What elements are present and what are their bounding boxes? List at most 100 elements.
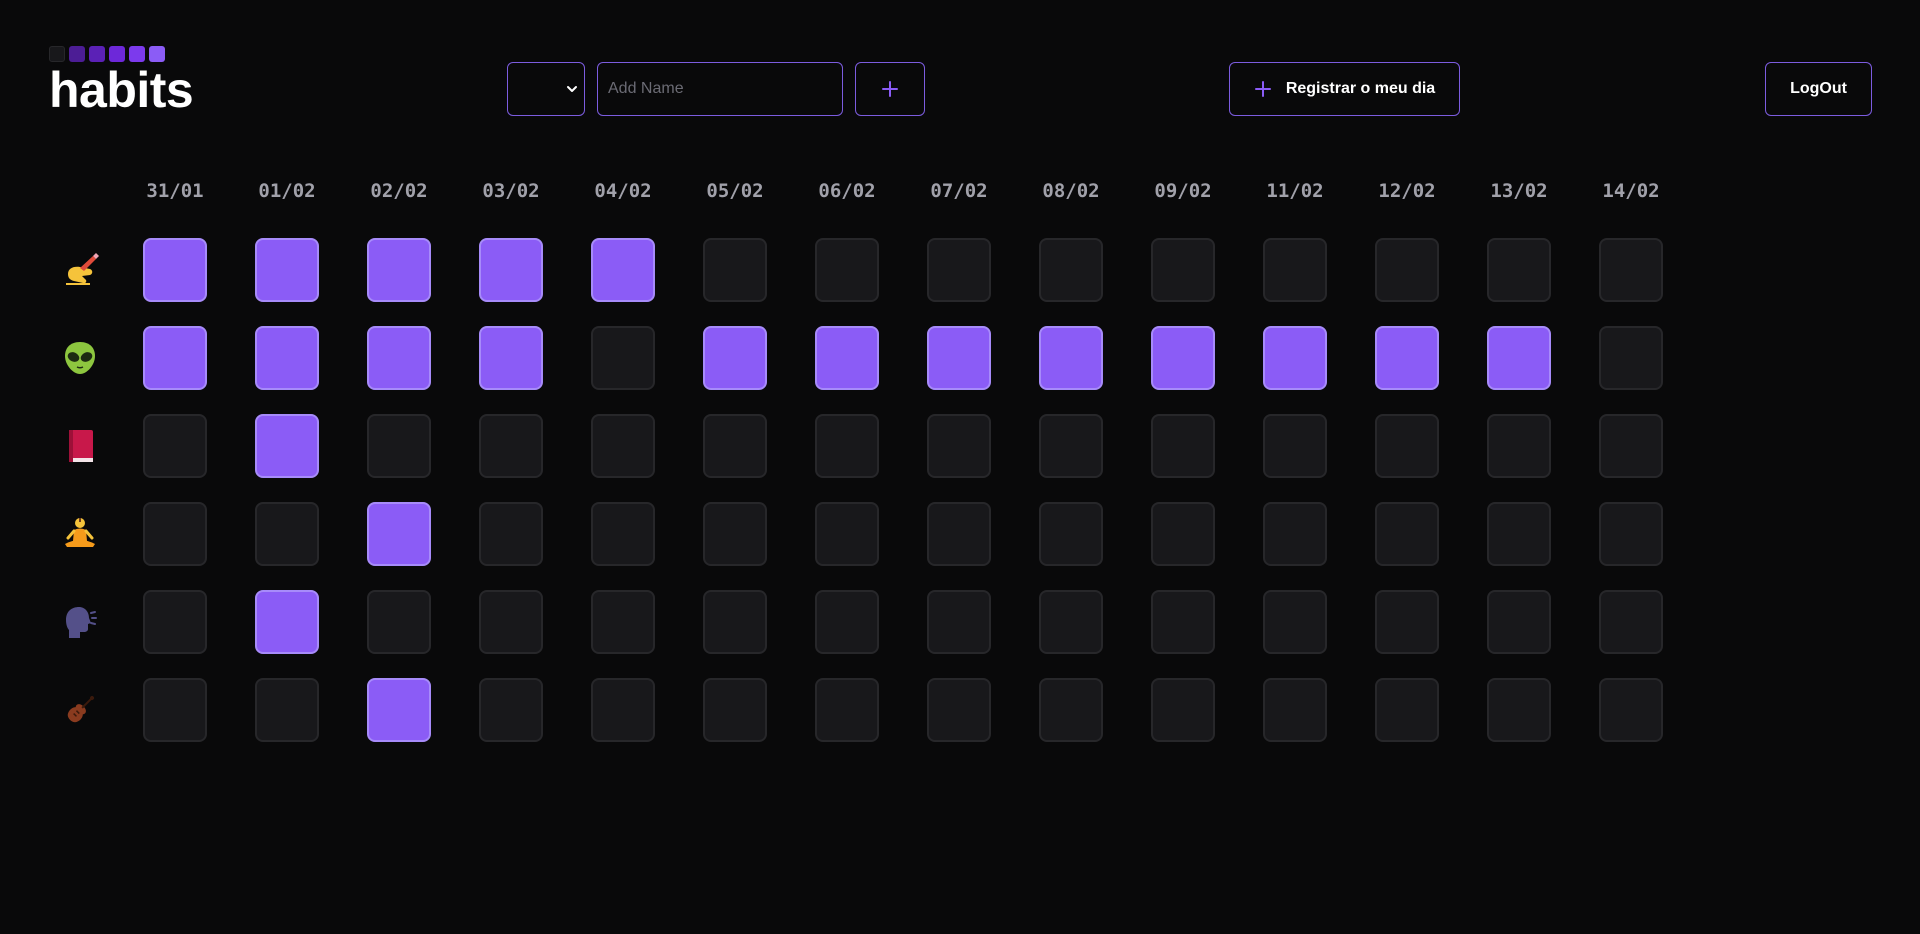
habit-cell-empty[interactable]	[815, 502, 879, 566]
habit-cell-empty[interactable]	[1375, 590, 1439, 654]
habit-cell-empty[interactable]	[1599, 678, 1663, 742]
habit-cell-empty[interactable]	[255, 678, 319, 742]
add-name-input[interactable]	[597, 62, 843, 116]
violin-icon	[58, 688, 102, 732]
habit-cell-done[interactable]	[367, 678, 431, 742]
habit-cell-empty[interactable]	[815, 678, 879, 742]
habit-cell-empty[interactable]	[1263, 502, 1327, 566]
date-header: 14/02	[1602, 180, 1660, 202]
habit-cell-empty[interactable]	[1151, 678, 1215, 742]
habit-cell-done[interactable]	[815, 326, 879, 390]
habit-cell-empty[interactable]	[591, 414, 655, 478]
habit-cell-empty[interactable]	[1599, 238, 1663, 302]
register-day-label: Registrar o meu dia	[1285, 80, 1436, 97]
habit-cell-done[interactable]	[1039, 326, 1103, 390]
habit-cell-empty[interactable]	[1375, 414, 1439, 478]
habit-cell-empty[interactable]	[1375, 678, 1439, 742]
habit-cell-empty[interactable]	[1487, 414, 1551, 478]
habit-cell-done[interactable]	[255, 326, 319, 390]
habit-cell-empty[interactable]	[1599, 502, 1663, 566]
habit-cell-empty[interactable]	[143, 414, 207, 478]
habit-cell-empty[interactable]	[1263, 414, 1327, 478]
habit-cell-empty[interactable]	[143, 590, 207, 654]
habit-cell-empty[interactable]	[1151, 414, 1215, 478]
habit-cell-done[interactable]	[143, 326, 207, 390]
habit-cell-empty[interactable]	[1039, 590, 1103, 654]
habit-cell-empty[interactable]	[143, 502, 207, 566]
habit-cell-done[interactable]	[367, 326, 431, 390]
habit-cell-empty[interactable]	[1487, 238, 1551, 302]
habit-cell-empty[interactable]	[479, 590, 543, 654]
habit-cell-empty[interactable]	[703, 678, 767, 742]
habit-cell-empty[interactable]	[927, 678, 991, 742]
habit-cell-empty[interactable]	[1263, 678, 1327, 742]
habit-cell-empty[interactable]	[927, 238, 991, 302]
habit-cell-empty[interactable]	[815, 238, 879, 302]
habit-cell-empty[interactable]	[1599, 414, 1663, 478]
habit-cell-empty[interactable]	[1151, 502, 1215, 566]
habit-cell-empty[interactable]	[1487, 590, 1551, 654]
habit-cell-empty[interactable]	[1039, 502, 1103, 566]
habit-cell-done[interactable]	[1375, 326, 1439, 390]
habit-cell-done[interactable]	[367, 502, 431, 566]
habit-cell-done[interactable]	[591, 238, 655, 302]
habit-cell-empty[interactable]	[367, 414, 431, 478]
habit-cell-done[interactable]	[255, 590, 319, 654]
habit-cell-done[interactable]	[479, 326, 543, 390]
habit-cell-empty[interactable]	[1039, 678, 1103, 742]
habit-cell-empty[interactable]	[703, 502, 767, 566]
habit-cell-empty[interactable]	[703, 414, 767, 478]
habit-cell-empty[interactable]	[591, 326, 655, 390]
date-header: 05/02	[706, 180, 764, 202]
date-header: 13/02	[1490, 180, 1548, 202]
habit-cell-empty[interactable]	[927, 414, 991, 478]
register-day-button[interactable]: Registrar o meu dia	[1229, 62, 1460, 116]
habit-cell-empty[interactable]	[367, 590, 431, 654]
habit-cell-empty[interactable]	[927, 590, 991, 654]
date-header: 07/02	[930, 180, 988, 202]
logo-square	[49, 46, 65, 62]
speaking-head-icon	[58, 600, 102, 644]
logout-label: LogOut	[1790, 80, 1847, 97]
habit-cell-done[interactable]	[479, 238, 543, 302]
habit-cell-empty[interactable]	[1151, 238, 1215, 302]
habit-cell-empty[interactable]	[479, 502, 543, 566]
habit-cell-empty[interactable]	[1375, 502, 1439, 566]
habit-cell-done[interactable]	[927, 326, 991, 390]
habit-cell-empty[interactable]	[143, 678, 207, 742]
habit-cell-empty[interactable]	[591, 678, 655, 742]
habit-cell-empty[interactable]	[927, 502, 991, 566]
habit-cell-empty[interactable]	[1263, 590, 1327, 654]
habit-cell-done[interactable]	[255, 414, 319, 478]
habit-cell-empty[interactable]	[1487, 678, 1551, 742]
meditation-icon	[58, 512, 102, 556]
habit-cell-empty[interactable]	[1039, 414, 1103, 478]
add-habit-button[interactable]	[855, 62, 925, 116]
logout-button[interactable]: LogOut	[1765, 62, 1872, 116]
habit-cell-empty[interactable]	[1599, 326, 1663, 390]
habit-cell-empty[interactable]	[815, 590, 879, 654]
habit-cell-done[interactable]	[367, 238, 431, 302]
habit-cell-done[interactable]	[143, 238, 207, 302]
habit-cell-empty[interactable]	[1375, 238, 1439, 302]
habit-cell-empty[interactable]	[591, 502, 655, 566]
habit-cell-empty[interactable]	[815, 414, 879, 478]
habit-cell-empty[interactable]	[1039, 238, 1103, 302]
habit-cell-empty[interactable]	[703, 590, 767, 654]
habit-cell-empty[interactable]	[703, 238, 767, 302]
habit-select[interactable]	[507, 62, 585, 116]
logo-square	[89, 46, 105, 62]
habit-cell-done[interactable]	[1151, 326, 1215, 390]
habit-cell-empty[interactable]	[1151, 590, 1215, 654]
habit-cell-empty[interactable]	[591, 590, 655, 654]
habit-cell-empty[interactable]	[255, 502, 319, 566]
habit-cell-done[interactable]	[1487, 326, 1551, 390]
habit-cell-done[interactable]	[1263, 326, 1327, 390]
habit-cell-done[interactable]	[703, 326, 767, 390]
habit-cell-done[interactable]	[255, 238, 319, 302]
habit-cell-empty[interactable]	[1263, 238, 1327, 302]
habit-cell-empty[interactable]	[1599, 590, 1663, 654]
habit-cell-empty[interactable]	[1487, 502, 1551, 566]
habit-cell-empty[interactable]	[479, 678, 543, 742]
habit-cell-empty[interactable]	[479, 414, 543, 478]
